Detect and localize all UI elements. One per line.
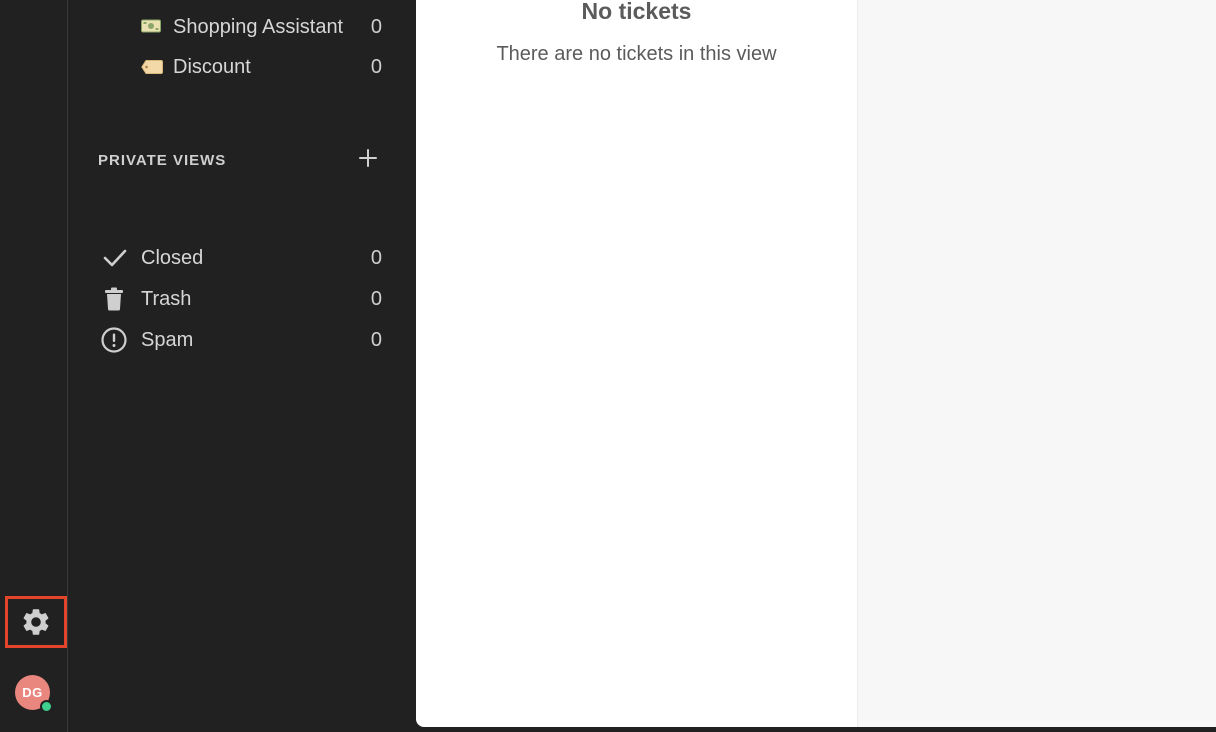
ticket-detail-panel [857, 0, 1216, 727]
sidebar-item-count: 0 [370, 246, 382, 269]
cash-icon [141, 18, 161, 39]
sidebar-item-shopping-assistant[interactable]: Shopping Assistant 0 [69, 9, 416, 45]
check-icon [102, 246, 128, 275]
avatar[interactable]: DG [15, 675, 53, 713]
plus-icon [359, 149, 377, 167]
settings-button[interactable] [5, 596, 67, 648]
online-status-dot [40, 700, 53, 713]
tag-icon [141, 59, 163, 80]
sidebar-item-label: Spam [141, 328, 194, 351]
views-sidebar: Shopping Assistant 0 Discount 0 PRIVATE … [69, 0, 416, 732]
trash-icon [104, 287, 124, 316]
sidebar-item-spam[interactable]: Spam 0 [69, 322, 416, 358]
sidebar-item-label: Shopping Assistant [173, 15, 344, 38]
empty-state-subtitle: There are no tickets in this view [496, 43, 777, 65]
empty-state-title: No tickets [581, 0, 692, 24]
left-rail: DG [0, 0, 68, 732]
sidebar-item-count: 0 [370, 55, 382, 78]
add-private-view-button[interactable] [356, 146, 380, 170]
gear-icon [23, 609, 49, 635]
alert-circle-icon [101, 327, 127, 358]
sidebar-item-count: 0 [370, 287, 382, 310]
private-views-heading: PRIVATE VIEWS [98, 152, 227, 169]
sidebar-item-label: Trash [141, 287, 192, 310]
sidebar-item-label: Closed [141, 246, 204, 269]
sidebar-item-trash[interactable]: Trash 0 [69, 281, 416, 317]
avatar-initials: DG [22, 685, 43, 700]
sidebar-item-discount[interactable]: Discount 0 [69, 49, 416, 85]
ticket-list-panel: No tickets There are no tickets in this … [416, 0, 857, 727]
sidebar-item-count: 0 [370, 328, 382, 351]
sidebar-item-label: Discount [173, 55, 251, 78]
bottom-edge [416, 727, 1216, 732]
sidebar-item-count: 0 [370, 15, 382, 38]
sidebar-item-closed[interactable]: Closed 0 [69, 240, 416, 276]
